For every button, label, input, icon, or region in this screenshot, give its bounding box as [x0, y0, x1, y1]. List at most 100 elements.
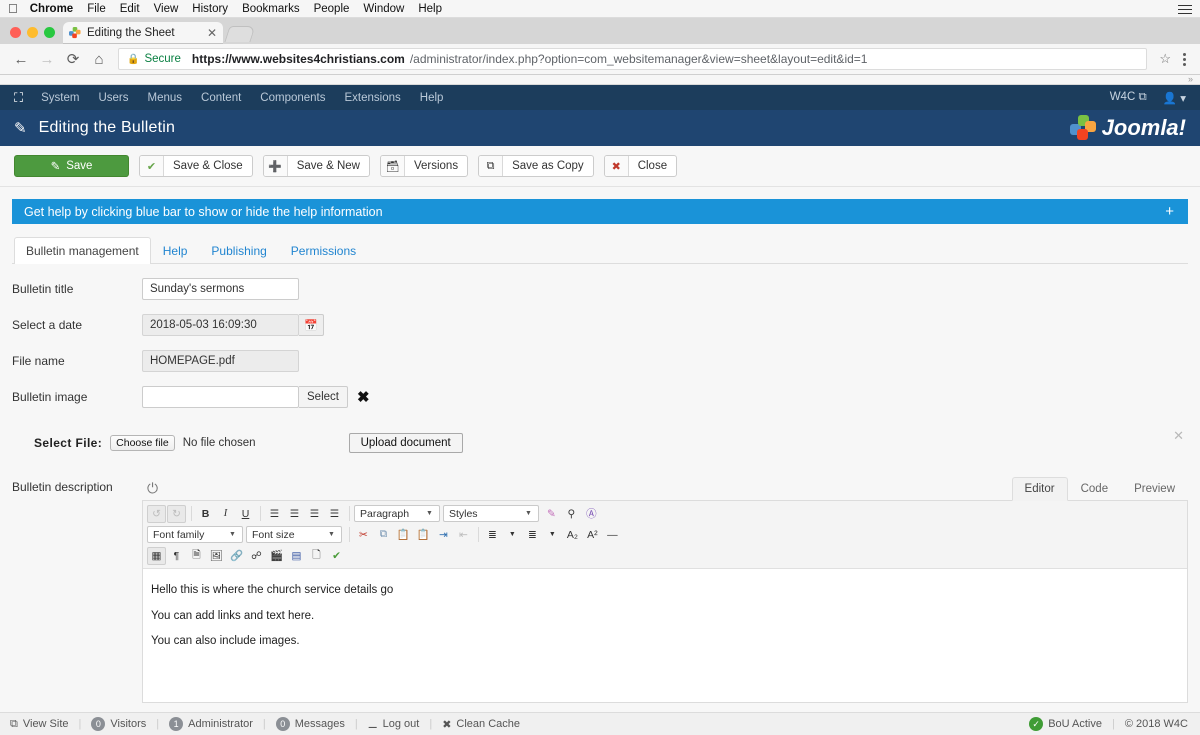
- bulletin-title-input[interactable]: Sunday's sermons: [142, 278, 299, 300]
- user-menu[interactable]: 👤 ▾: [1163, 91, 1186, 105]
- align-justify-icon[interactable]: ☰: [325, 505, 344, 523]
- joomla-logo-icon[interactable]: ⛶: [14, 91, 23, 104]
- bold-icon[interactable]: B: [196, 505, 215, 523]
- help-bar[interactable]: Get help by clicking blue bar to show or…: [12, 199, 1188, 224]
- mac-menu-item-view[interactable]: View: [154, 3, 179, 15]
- choose-file-button[interactable]: Choose file: [110, 435, 175, 451]
- save-and-close-button[interactable]: ✔ Save & Close: [139, 155, 253, 177]
- table-icon[interactable]: ▦: [147, 546, 166, 565]
- power-toggle-icon[interactable]: ⏻: [142, 480, 158, 497]
- mac-menu-item-window[interactable]: Window: [363, 3, 404, 15]
- overflow-chevron-icon[interactable]: »: [1188, 74, 1193, 84]
- align-center-icon[interactable]: ☰: [285, 505, 304, 523]
- template-icon[interactable]: ✔: [327, 547, 346, 565]
- apple-icon[interactable]: : [8, 2, 18, 15]
- copy-icon[interactable]: ⧉: [374, 526, 393, 544]
- mac-menu-item-file[interactable]: File: [87, 3, 106, 15]
- admin-menu-item-help[interactable]: Help: [420, 92, 444, 104]
- insert-image-icon[interactable]: 🖼: [207, 547, 226, 565]
- clear-x-icon[interactable]: ✖: [357, 388, 370, 406]
- upload-document-button[interactable]: Upload document: [348, 433, 463, 453]
- tab-bulletin-management[interactable]: Bulletin management: [14, 237, 151, 264]
- link-icon[interactable]: 🔗: [227, 547, 246, 565]
- new-tab-icon[interactable]: [224, 26, 256, 42]
- media-icon[interactable]: 🎬: [267, 547, 286, 565]
- editor-content-area[interactable]: Hello this is where the church service d…: [143, 569, 1187, 702]
- module-icon[interactable]: ▤: [287, 547, 306, 565]
- cut-icon[interactable]: ✂: [354, 526, 373, 544]
- mac-menu-item-edit[interactable]: Edit: [120, 3, 140, 15]
- admin-menu-item-system[interactable]: System: [41, 92, 79, 104]
- list-menu-icon[interactable]: [1178, 2, 1192, 20]
- kebab-menu-icon[interactable]: [1177, 52, 1192, 66]
- underline-icon[interactable]: U: [236, 505, 255, 523]
- back-arrow-icon[interactable]: ←: [8, 47, 34, 71]
- paragraph-marks-icon[interactable]: ¶: [167, 547, 186, 565]
- browser-tab[interactable]: Editing the Sheet ✕: [63, 22, 223, 44]
- reload-icon[interactable]: ⟳: [60, 47, 86, 71]
- save-button[interactable]: ✎ Save: [14, 155, 129, 177]
- mac-menu-item-help[interactable]: Help: [418, 3, 442, 15]
- editor-tab-code[interactable]: Code: [1068, 477, 1122, 501]
- star-icon[interactable]: ☆: [1153, 51, 1177, 67]
- tab-help[interactable]: Help: [151, 237, 200, 264]
- save-as-copy-button[interactable]: ⧉ Save as Copy: [478, 155, 594, 177]
- remove-format-icon[interactable]: ✎: [542, 505, 561, 523]
- close-window-button[interactable]: [10, 27, 21, 38]
- mac-menu-item-people[interactable]: People: [314, 3, 350, 15]
- logout-link[interactable]: ⚊ Log out: [368, 718, 420, 731]
- help-bar-toggle-icon[interactable]: +: [1165, 203, 1174, 220]
- admin-menu-item-menus[interactable]: Menus: [147, 92, 182, 104]
- mac-menu-item-history[interactable]: History: [192, 3, 228, 15]
- article-icon[interactable]: 🗋: [307, 547, 326, 565]
- mac-menu-item-chrome[interactable]: Chrome: [30, 3, 73, 15]
- bullet-list-caret-icon[interactable]: ▼: [543, 526, 562, 544]
- redo-icon[interactable]: ↻: [167, 504, 186, 523]
- home-icon[interactable]: ⌂: [86, 47, 112, 71]
- bulletin-image-input[interactable]: [142, 386, 299, 408]
- editor-tab-preview[interactable]: Preview: [1121, 477, 1188, 501]
- font-size-select[interactable]: Font size ▼: [245, 526, 342, 543]
- align-left-icon[interactable]: ☰: [265, 505, 284, 523]
- address-bar[interactable]: 🔒 Secure https://www.websites4christians…: [118, 48, 1148, 70]
- forward-arrow-icon[interactable]: →: [34, 47, 60, 71]
- subscript-icon[interactable]: A₂: [563, 526, 582, 544]
- calendar-icon[interactable]: 📅: [299, 314, 324, 336]
- styles-select[interactable]: Styles ▼: [442, 505, 539, 522]
- messages-status[interactable]: 0 Messages: [275, 717, 345, 731]
- tab-permissions[interactable]: Permissions: [279, 237, 368, 264]
- paste-icon[interactable]: 📋: [394, 526, 413, 544]
- close-icon[interactable]: ✕: [207, 27, 217, 39]
- save-and-new-button[interactable]: ➕ Save & New: [262, 155, 370, 177]
- numbered-list-icon[interactable]: ≣: [483, 526, 502, 544]
- align-right-icon[interactable]: ☰: [305, 505, 324, 523]
- visitors-status[interactable]: 0 Visitors: [91, 717, 146, 731]
- bulletin-image-select-button[interactable]: Select: [299, 386, 348, 408]
- font-family-select[interactable]: Font family ▼: [147, 526, 243, 543]
- administrator-status[interactable]: 1 Administrator: [169, 717, 253, 731]
- minimize-window-button[interactable]: [27, 27, 38, 38]
- horizontal-rule-icon[interactable]: —: [603, 526, 622, 544]
- superscript-icon[interactable]: A²: [583, 526, 602, 544]
- indent-decrease-icon[interactable]: ⇤: [454, 526, 473, 544]
- unlink-icon[interactable]: ☍: [247, 547, 266, 565]
- admin-menu-item-extensions[interactable]: Extensions: [345, 92, 401, 104]
- close-icon[interactable]: ✕: [1173, 428, 1184, 444]
- close-button[interactable]: ✖ Close: [603, 155, 678, 177]
- paragraph-format-select[interactable]: Paragraph ▼: [354, 505, 440, 522]
- site-link[interactable]: W4C ⧉: [1110, 91, 1147, 104]
- bullet-list-icon[interactable]: ≣: [523, 526, 542, 544]
- paste-text-icon[interactable]: 📋: [414, 526, 433, 544]
- page-break-icon[interactable]: 🗎: [187, 547, 206, 565]
- maximize-window-button[interactable]: [44, 27, 55, 38]
- clean-cache-link[interactable]: ✖ Clean Cache: [442, 718, 520, 731]
- indent-increase-icon[interactable]: ⇥: [434, 526, 453, 544]
- admin-menu-item-users[interactable]: Users: [98, 92, 128, 104]
- numbered-list-caret-icon[interactable]: ▼: [503, 526, 522, 544]
- undo-icon[interactable]: ↺: [147, 504, 166, 523]
- admin-menu-item-components[interactable]: Components: [260, 92, 325, 104]
- versions-button[interactable]: 🗃 Versions: [379, 155, 469, 177]
- admin-menu-item-content[interactable]: Content: [201, 92, 241, 104]
- select-date-input[interactable]: 2018-05-03 16:09:30: [142, 314, 299, 336]
- spellcheck-icon[interactable]: Ⓐ: [582, 505, 601, 523]
